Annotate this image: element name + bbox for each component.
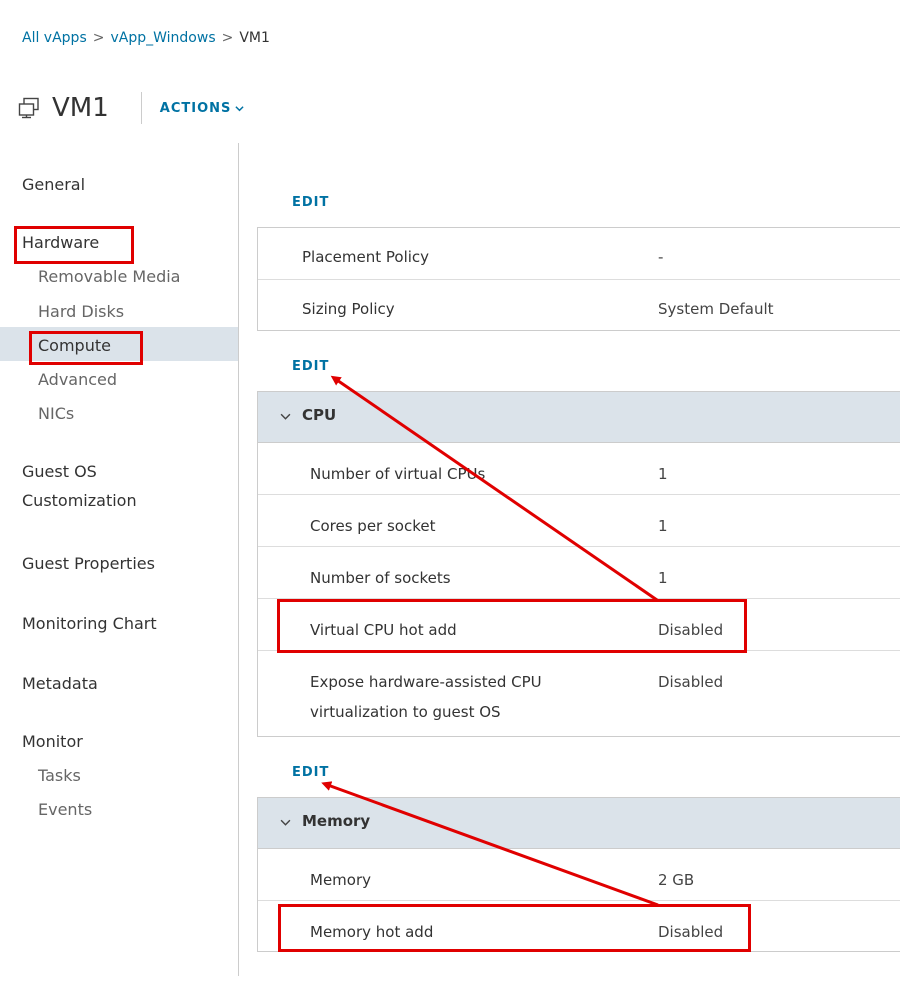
- nav-divider: [238, 143, 239, 976]
- cpu-row-value: Disabled: [658, 673, 724, 691]
- nav-guest-os-line1: Guest OS: [22, 462, 97, 481]
- chevron-down-icon: [280, 413, 291, 420]
- page-title: VM1: [52, 93, 109, 123]
- nav-monitoring-chart[interactable]: Monitoring Chart: [22, 614, 157, 633]
- edit-memory-link[interactable]: EDIT: [292, 765, 329, 780]
- nav-hard-disks[interactable]: Hard Disks: [38, 302, 124, 321]
- nav-guest-properties[interactable]: Guest Properties: [22, 554, 155, 573]
- chevron-down-icon: [280, 819, 291, 826]
- policy-row: Placement Policy -: [258, 228, 900, 280]
- cpu-row: Number of sockets 1: [258, 547, 900, 599]
- breadcrumb: All vApps > vApp_Windows > VM1: [22, 30, 270, 46]
- memory-panel: Memory Memory 2 GB Memory hot add Disabl…: [257, 797, 900, 952]
- policies-panel: Placement Policy - Sizing Policy System …: [257, 227, 900, 331]
- sizing-policy-label: Sizing Policy: [302, 300, 395, 318]
- nav-guest-os-customization[interactable]: Guest OS Customization: [22, 462, 137, 510]
- cpu-row-label: Number of sockets: [310, 569, 451, 587]
- breadcrumb-current: VM1: [239, 30, 270, 46]
- nav-active-highlight: [0, 327, 238, 361]
- vm-icon: [18, 97, 39, 119]
- placement-policy-value: -: [658, 248, 664, 266]
- breadcrumb-separator: >: [221, 30, 234, 46]
- nav-hardware[interactable]: Hardware: [22, 233, 99, 252]
- nav-metadata[interactable]: Metadata: [22, 674, 98, 693]
- cpu-row: Cores per socket 1: [258, 495, 900, 547]
- nav-compute[interactable]: Compute: [38, 336, 111, 355]
- cpu-row-label: Number of virtual CPUs: [310, 465, 486, 483]
- memory-row-value: Disabled: [658, 923, 724, 941]
- cpu-row-label: Cores per socket: [310, 517, 436, 535]
- cpu-row-value: 1: [658, 517, 668, 535]
- cpu-row-value: 1: [658, 465, 668, 483]
- memory-row-label: Memory: [310, 871, 372, 889]
- actions-button[interactable]: ACTIONS: [160, 101, 245, 116]
- chevron-down-icon: [235, 105, 244, 111]
- cpu-row-label: Expose hardware-assisted CPU virtualizat…: [310, 667, 542, 727]
- cpu-section-title: CPU: [302, 406, 337, 424]
- nav-guest-os-line2: Customization: [22, 491, 137, 510]
- title-divider: [140, 92, 142, 124]
- nav-nics[interactable]: NICs: [38, 404, 74, 423]
- memory-row: Memory 2 GB: [258, 849, 900, 901]
- breadcrumb-all-vapps[interactable]: All vApps: [22, 30, 87, 46]
- memory-row-value: 2 GB: [658, 871, 695, 889]
- nav-removable-media[interactable]: Removable Media: [38, 267, 180, 286]
- nav-advanced[interactable]: Advanced: [38, 370, 117, 389]
- sizing-policy-value: System Default: [658, 300, 774, 318]
- memory-row-label: Memory hot add: [310, 923, 434, 941]
- placement-policy-label: Placement Policy: [302, 248, 430, 266]
- cpu-row-label: Virtual CPU hot add: [310, 621, 457, 639]
- cpu-row: Number of virtual CPUs 1: [258, 443, 900, 495]
- memory-section-header[interactable]: Memory: [258, 798, 900, 849]
- cpu-row: Virtual CPU hot add Disabled: [258, 599, 900, 651]
- cpu-row: Expose hardware-assisted CPU virtualizat…: [258, 651, 900, 737]
- nav-general[interactable]: General: [22, 175, 85, 194]
- edit-cpu-link[interactable]: EDIT: [292, 359, 329, 374]
- nav-events[interactable]: Events: [38, 800, 92, 819]
- actions-label: ACTIONS: [159, 100, 232, 116]
- nav-tasks[interactable]: Tasks: [38, 766, 81, 785]
- cpu-row-label-line1: Expose hardware-assisted CPU: [310, 673, 542, 691]
- memory-row: Memory hot add Disabled: [258, 901, 900, 953]
- memory-section-title: Memory: [302, 812, 371, 830]
- cpu-panel: CPU Number of virtual CPUs 1 Cores per s…: [257, 391, 900, 737]
- policy-row: Sizing Policy System Default: [258, 280, 900, 332]
- breadcrumb-separator: >: [92, 30, 105, 46]
- cpu-row-label-line2: virtualization to guest OS: [310, 703, 501, 721]
- page-header: VM1 ACTIONS: [18, 92, 244, 124]
- edit-policies-link[interactable]: EDIT: [292, 195, 329, 210]
- breadcrumb-vapp-windows[interactable]: vApp_Windows: [110, 30, 215, 46]
- cpu-section-header[interactable]: CPU: [258, 392, 900, 443]
- cpu-row-value: 1: [658, 569, 668, 587]
- cpu-row-value: Disabled: [658, 621, 724, 639]
- nav-monitor[interactable]: Monitor: [22, 732, 83, 751]
